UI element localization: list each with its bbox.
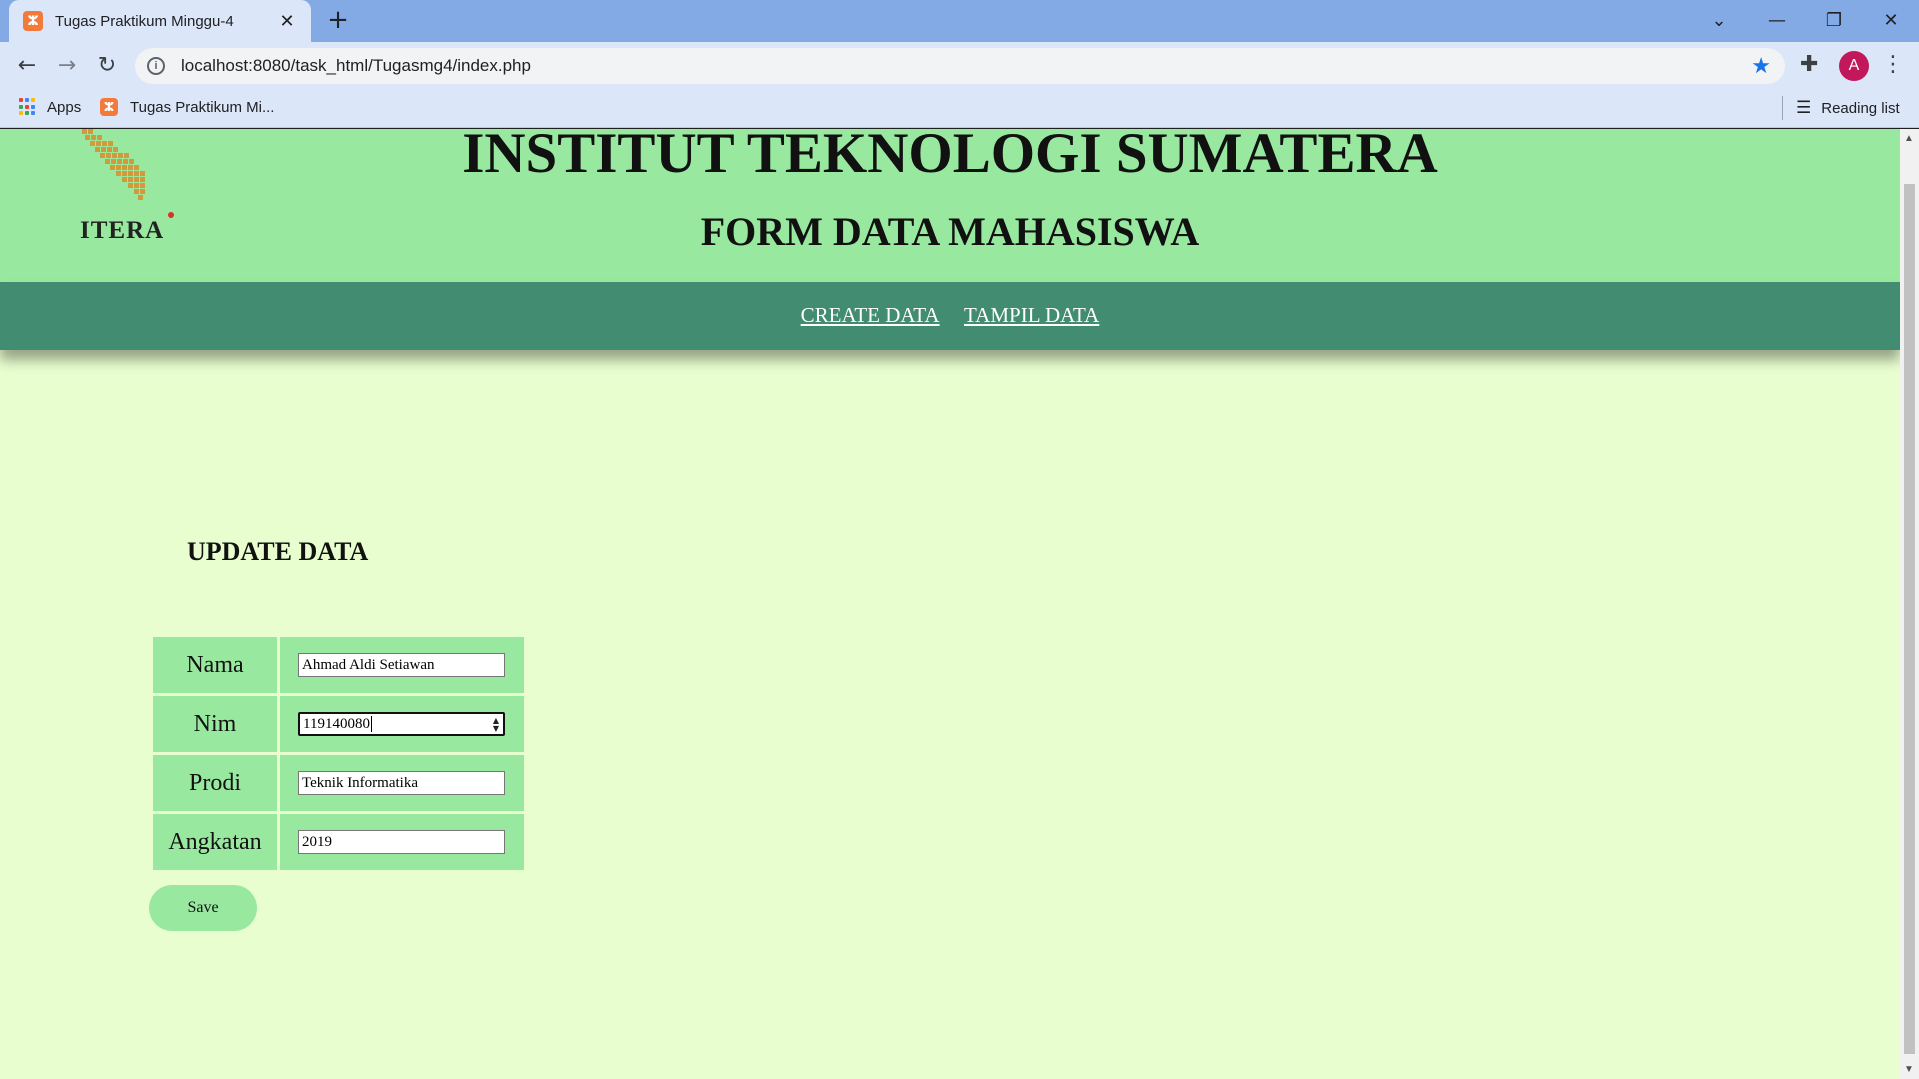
kebab-menu-icon[interactable]: ⋮ bbox=[1882, 52, 1904, 77]
text-caret bbox=[370, 716, 372, 732]
nama-value: Ahmad Aldi Setiawan bbox=[302, 656, 435, 673]
angkatan-value: 2019 bbox=[302, 833, 332, 850]
prodi-label: Prodi bbox=[153, 755, 277, 811]
apps-bookmark[interactable]: Apps bbox=[19, 98, 81, 116]
number-spinner-icon[interactable]: ▲ ▼ bbox=[493, 717, 499, 733]
url-text[interactable]: localhost:8080/task_html/Tugasmg4/index.… bbox=[181, 56, 1751, 76]
forward-button[interactable]: → bbox=[51, 50, 83, 82]
browser-tab[interactable]: ⵣ Tugas Praktikum Minggu-4 ✕ bbox=[9, 0, 311, 42]
nim-value: 119140080 bbox=[303, 715, 370, 732]
reload-button[interactable]: ↻ bbox=[91, 50, 123, 82]
form-row-prodi: Prodi Teknik Informatika bbox=[153, 755, 524, 811]
bookmark-separator bbox=[1782, 96, 1783, 120]
form-row-nim: Nim 119140080 ▲ ▼ bbox=[153, 696, 524, 752]
nim-input[interactable]: 119140080 ▲ ▼ bbox=[298, 712, 505, 736]
reading-list-button[interactable]: ☰ Reading list bbox=[1796, 98, 1900, 118]
scroll-up-icon[interactable]: ▲ bbox=[1904, 133, 1914, 144]
site-info-icon[interactable]: i bbox=[147, 57, 165, 75]
restore-button[interactable]: ❐ bbox=[1812, 4, 1856, 38]
close-tab-icon[interactable]: ✕ bbox=[277, 11, 297, 32]
reading-list-label: Reading list bbox=[1821, 99, 1900, 117]
close-window-button[interactable]: ✕ bbox=[1869, 4, 1913, 38]
scroll-down-icon[interactable]: ▼ bbox=[1904, 1064, 1914, 1075]
site-navbar: CREATE DATA TAMPIL DATA bbox=[0, 282, 1900, 350]
browser-toolbar: ← → ↻ i localhost:8080/task_html/Tugasmg… bbox=[0, 42, 1919, 90]
scroll-thumb[interactable] bbox=[1904, 184, 1915, 1054]
angkatan-label: Angkatan bbox=[153, 814, 277, 870]
xampp-icon: ⵣ bbox=[100, 98, 118, 116]
prodi-input[interactable]: Teknik Informatika bbox=[298, 771, 505, 795]
back-button[interactable]: ← bbox=[11, 50, 43, 82]
reading-list-icon: ☰ bbox=[1796, 98, 1812, 118]
tampil-data-link[interactable]: TAMPIL DATA bbox=[964, 282, 1099, 348]
new-tab-button[interactable]: + bbox=[324, 6, 352, 34]
tab-search-icon[interactable]: ⌄ bbox=[1697, 4, 1741, 38]
page-scrollbar[interactable]: ▲ ▼ bbox=[1900, 129, 1919, 1079]
prodi-value: Teknik Informatika bbox=[302, 774, 418, 791]
profile-avatar[interactable]: A bbox=[1839, 51, 1869, 81]
page-viewport: ITERA INSTITUT TEKNOLOGI SUMATERA FORM D… bbox=[0, 129, 1900, 1079]
page-subtitle: FORM DATA MAHASISWA bbox=[700, 209, 1200, 254]
bookmark-star-icon[interactable]: ★ bbox=[1751, 54, 1771, 79]
apps-label: Apps bbox=[47, 98, 82, 116]
angkatan-input[interactable]: 2019 bbox=[298, 830, 505, 854]
save-button[interactable]: Save bbox=[149, 885, 257, 931]
extensions-puzzle-icon[interactable]: ✚ bbox=[1800, 52, 1818, 77]
nama-label: Nama bbox=[153, 637, 277, 693]
nama-input[interactable]: Ahmad Aldi Setiawan bbox=[298, 653, 505, 677]
tab-title: Tugas Praktikum Minggu-4 bbox=[55, 12, 234, 30]
tab-strip: ⵣ Tugas Praktikum Minggu-4 ✕ + ⌄ — ❐ ✕ bbox=[0, 0, 1919, 42]
nim-label: Nim bbox=[153, 696, 277, 752]
bookmarks-bar: Apps ⵣ Tugas Praktikum Mi... ☰ Reading l… bbox=[0, 90, 1919, 128]
page-title: INSTITUT TEKNOLOGI SUMATERA bbox=[462, 129, 1438, 185]
update-form-table: Nama Ahmad Aldi Setiawan Nim 119140080 ▲… bbox=[150, 634, 527, 873]
xampp-icon: ⵣ bbox=[23, 11, 43, 31]
bookmark-label: Tugas Praktikum Mi... bbox=[130, 98, 275, 116]
form-heading: UPDATE DATA bbox=[187, 537, 369, 566]
minimize-button[interactable]: — bbox=[1755, 4, 1799, 38]
form-row-angkatan: Angkatan 2019 bbox=[153, 814, 524, 870]
site-header: ITERA INSTITUT TEKNOLOGI SUMATERA FORM D… bbox=[0, 129, 1900, 282]
apps-grid-icon bbox=[19, 98, 37, 116]
bookmark-item[interactable]: ⵣ Tugas Praktikum Mi... bbox=[100, 98, 274, 116]
form-row-nama: Nama Ahmad Aldi Setiawan bbox=[153, 637, 524, 693]
create-data-link[interactable]: CREATE DATA bbox=[801, 282, 940, 348]
address-bar[interactable]: i localhost:8080/task_html/Tugasmg4/inde… bbox=[135, 48, 1785, 84]
